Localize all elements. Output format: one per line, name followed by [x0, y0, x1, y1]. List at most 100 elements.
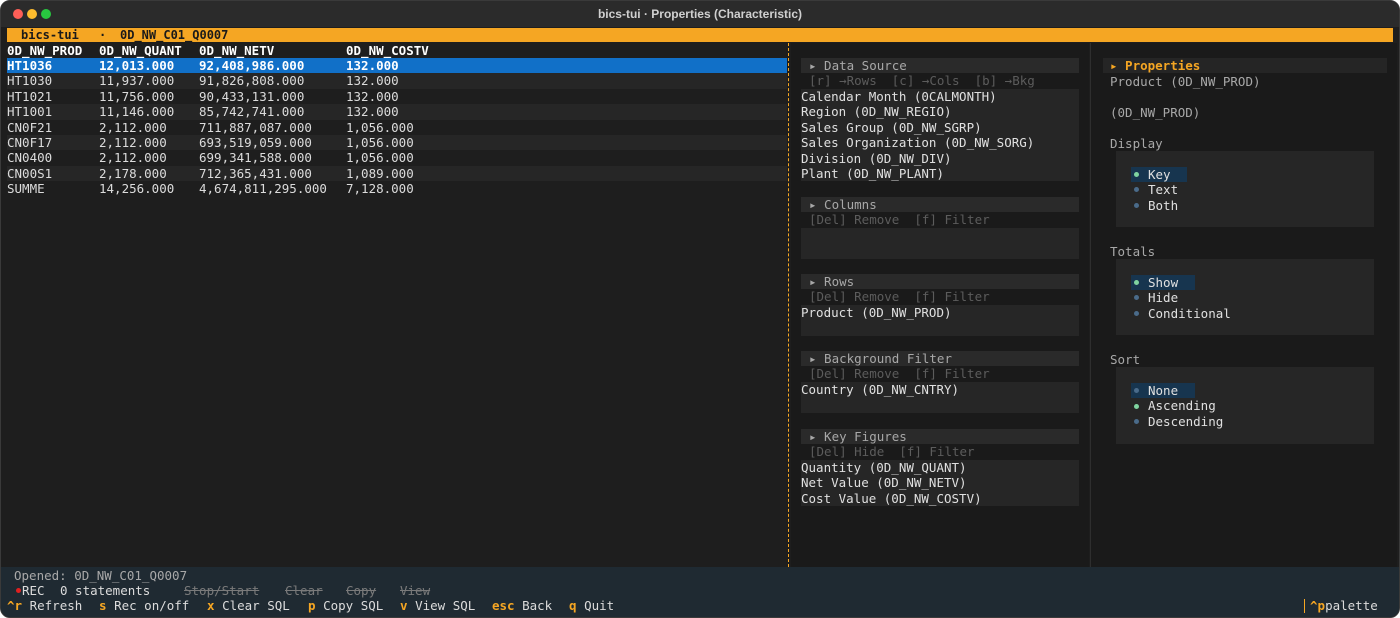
list-item[interactable]: Cost Value (0D_NW_COSTV)	[801, 491, 982, 506]
table-cell: 2,112.000	[99, 119, 167, 135]
grid-header: 0D_NW_PROD 0D_NW_QUANT 0D_NW_NETV 0D_NW_…	[7, 43, 787, 58]
keybinding-clear-sql[interactable]: x Clear SQL	[207, 598, 290, 613]
table-cell: 1,056.000	[346, 150, 414, 166]
pane-divider[interactable]	[788, 43, 789, 567]
table-row[interactable]: CN0400 2,112.000 699,341,588.000 1,056.000	[7, 150, 787, 165]
properties-header: ▸ Properties	[1103, 58, 1387, 73]
app-bar: bics-tui · 0D_NW_C01_Q0007	[7, 28, 1393, 42]
table-cell: 1,089.000	[346, 165, 414, 181]
display-option-text[interactable]: Text	[1148, 182, 1178, 197]
table-cell: 2,112.000	[99, 135, 167, 150]
keybinding-record[interactable]: s Rec on/off	[99, 598, 189, 613]
column-header[interactable]: 0D_NW_NETV	[199, 43, 274, 58]
column-header[interactable]: 0D_NW_COSTV	[346, 43, 429, 58]
rows-hint: [Del] Remove [f] Filter	[809, 289, 990, 304]
technical-name: (0D_NW_PROD)	[1110, 105, 1201, 120]
list-item[interactable]: Plant (0D_NW_PLANT)	[801, 166, 944, 181]
table-row[interactable]: CN0F21 2,112.000 711,887,087.000 1,056.000	[7, 120, 787, 135]
key-figures-hint: [Del] Hide [f] Filter	[809, 444, 975, 459]
list-item[interactable]: Country (0D_NW_CNTRY)	[801, 382, 959, 397]
sort-option-ascending[interactable]: Ascending	[1148, 398, 1216, 413]
clear-action: Clear	[285, 583, 323, 598]
table-cell: CN00S1	[7, 165, 53, 181]
copy-action: Copy	[346, 583, 377, 598]
radio-off-icon	[1134, 419, 1139, 424]
sort-option-none[interactable]: None	[1148, 383, 1178, 398]
display-label: Display	[1110, 136, 1163, 151]
table-cell: SUMME	[7, 181, 45, 197]
column-header[interactable]: 0D_NW_QUANT	[99, 43, 182, 58]
table-row-selected[interactable]: HT1036 12,013.000 92,408,986.000 132.000	[7, 58, 787, 74]
background-filter-hint: [Del] Remove [f] Filter	[809, 366, 990, 381]
table-cell: 12,013.000	[99, 58, 175, 73]
table-row[interactable]: SUMME 14,256.000 4,674,811,295.000 7,128.00…	[7, 181, 787, 196]
table-cell: 85,742,741.000	[199, 104, 305, 120]
list-item[interactable]: Sales Organization (0D_NW_SORG)	[801, 135, 1034, 150]
table-row[interactable]: HT1001 11,146.000 85,742,741.000 132.000	[7, 104, 787, 120]
table-cell: 132.000	[346, 88, 399, 104]
property-name: Product (0D_NW_PROD)	[1110, 74, 1261, 89]
radio-off-icon	[1134, 388, 1139, 393]
table-cell: 11,146.000	[99, 104, 175, 120]
list-item[interactable]: Quantity (0D_NW_QUANT)	[801, 460, 967, 475]
table-row[interactable]: CN00S1 2,178.000 712,365,431.000 1,089.000	[7, 165, 787, 182]
table-cell: HT1036	[7, 58, 53, 73]
opened-status: Opened: 0D_NW_C01_Q0007	[14, 568, 188, 583]
list-item[interactable]: Product (0D_NW_PROD)	[801, 305, 952, 320]
table-cell: 132.000	[346, 58, 399, 73]
keybinding-back[interactable]: esc Back	[492, 598, 552, 613]
radio-off-icon	[1134, 187, 1139, 192]
sort-option-descending[interactable]: Descending	[1148, 414, 1223, 429]
key-figures-header[interactable]: ▸ Key Figures	[801, 429, 1079, 444]
table-cell: HT1001	[7, 104, 53, 120]
list-item[interactable]: Region (0D_NW_REGIO)	[801, 104, 952, 119]
table-cell: 7,128.000	[346, 181, 414, 197]
app-name: bics-tui	[21, 28, 79, 42]
rows-header[interactable]: ▸ Rows	[801, 274, 1079, 289]
keybinding-quit[interactable]: q Quit	[569, 598, 614, 613]
table-cell: HT1021	[7, 88, 53, 104]
columns-hint: [Del] Remove [f] Filter	[809, 212, 990, 227]
rec-label: REC	[22, 583, 45, 598]
query-name: 0D_NW_C01_Q0007	[120, 28, 229, 42]
table-cell: 1,056.000	[346, 135, 414, 150]
list-item[interactable]: Sales Group (0D_NW_SGRP)	[801, 120, 982, 135]
keybinding-view-sql[interactable]: v View SQL	[400, 598, 475, 613]
terminal-window: bics-tui · Properties (Characteristic) b…	[0, 0, 1400, 618]
radio-on-icon	[1134, 404, 1139, 409]
keybinding-copy-sql[interactable]: p Copy SQL	[308, 598, 383, 613]
data-source-hint: [r] →Rows [c] →Cols [b] →Bkg	[809, 73, 1035, 88]
columns-list[interactable]	[801, 228, 1079, 259]
list-item[interactable]: Net Value (0D_NW_NETV)	[801, 475, 967, 490]
palette-divider	[1304, 599, 1305, 613]
table-row[interactable]: CN0F17 2,112.000 693,519,059.000 1,056.000	[7, 135, 787, 151]
totals-option-show[interactable]: Show	[1148, 275, 1178, 290]
background-filter-header[interactable]: ▸ Background Filter	[801, 351, 1079, 366]
list-item[interactable]: Division (0D_NW_DIV)	[801, 151, 952, 166]
command-palette-button[interactable]: ^ppalette	[1310, 598, 1378, 613]
table-cell: 2,112.000	[99, 150, 167, 166]
radio-off-icon	[1134, 203, 1139, 208]
table-row[interactable]: HT1021 11,756.000 90,433,131.000 132.000	[7, 89, 787, 104]
column-header[interactable]: 0D_NW_PROD	[7, 43, 82, 58]
table-cell: 4,674,811,295.000	[199, 181, 327, 197]
table-cell: 90,433,131.000	[199, 88, 305, 104]
table-cell: 2,178.000	[99, 165, 167, 181]
radio-off-icon	[1134, 311, 1139, 316]
table-cell: 14,256.000	[99, 181, 175, 197]
table-cell: 712,365,431.000	[199, 165, 312, 181]
list-item[interactable]: Calendar Month (0CALMONTH)	[801, 89, 997, 104]
display-option-both[interactable]: Both	[1148, 198, 1178, 213]
table-cell: 711,887,087.000	[199, 119, 312, 135]
keybinding-refresh[interactable]: ^r Refresh	[7, 598, 82, 613]
recording-dot-icon	[16, 588, 21, 593]
table-cell: 11,756.000	[99, 88, 175, 104]
display-option-key[interactable]: Key	[1148, 167, 1171, 182]
totals-option-hide[interactable]: Hide	[1148, 290, 1178, 305]
totals-option-conditional[interactable]: Conditional	[1148, 306, 1231, 321]
table-row[interactable]: HT1030 11,937.000 91,826,808.000 132.000	[7, 73, 787, 89]
columns-header[interactable]: ▸ Columns	[801, 197, 1079, 212]
data-source-header[interactable]: ▸ Data Source	[801, 58, 1079, 73]
table-cell: 1,056.000	[346, 119, 414, 135]
table-cell: CN0F21	[7, 119, 53, 135]
